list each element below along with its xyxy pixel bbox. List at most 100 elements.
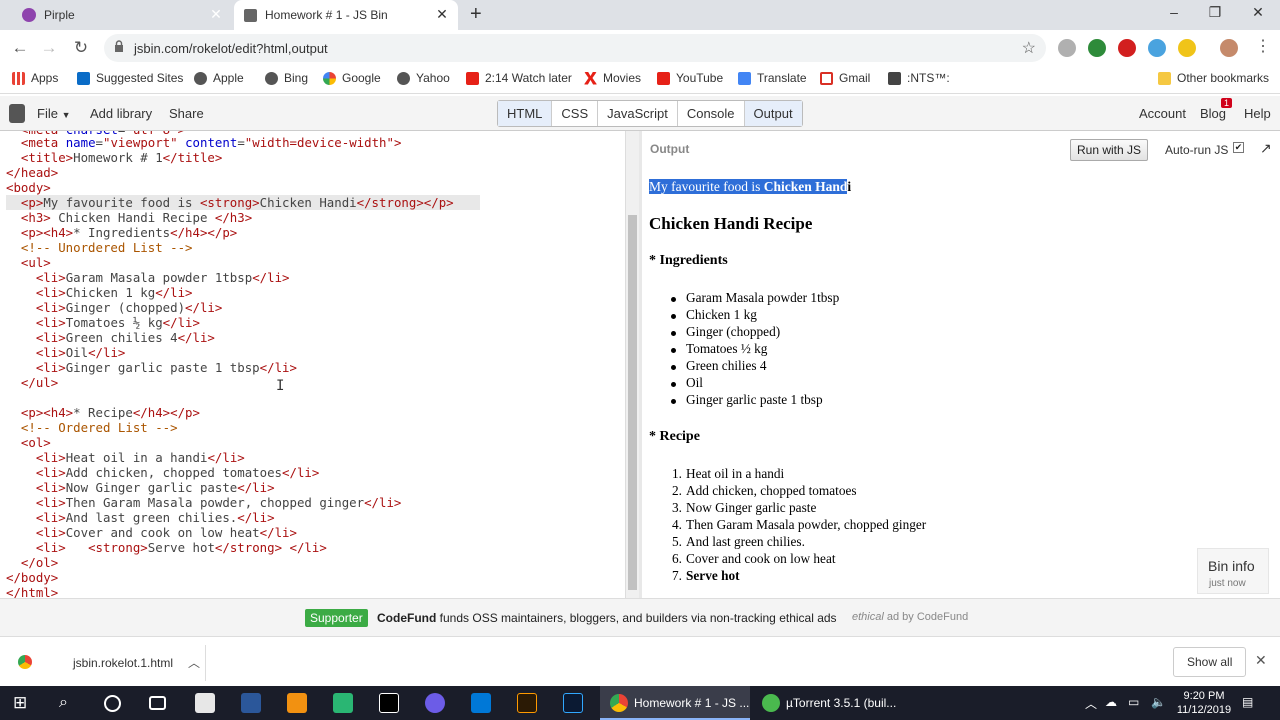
taskbar-clock[interactable]: 9:20 PM 11/12/2019 [1172,689,1236,717]
tray-chevron-up-icon[interactable]: ︿ [1085,695,1097,712]
list-number: 6. [672,551,682,566]
volume-icon[interactable]: 🔈 [1151,695,1166,709]
illustrator-icon[interactable] [517,693,537,713]
code-line: <!-- Ordered List --> [6,420,178,435]
account-menu[interactable]: Account [1139,106,1186,121]
share-menu[interactable]: Share [169,106,204,121]
tab-pirple[interactable]: Pirple ✕ [12,0,232,30]
html-editor[interactable]: <meta charset="utf-8"> <meta name="viewp… [0,131,625,598]
notifications-icon[interactable]: ▤ [1242,695,1253,709]
extension-icon[interactable] [1148,39,1166,57]
bookmark-google[interactable]: Google [323,71,381,85]
mail-icon[interactable] [195,693,215,713]
show-all-button[interactable]: Show all [1173,647,1247,677]
restore-icon[interactable]: ❐ [1203,4,1227,21]
chevron-up-icon[interactable]: ︿ [188,654,200,671]
code-line: <!-- Unordered List --> [6,240,193,255]
address-bar[interactable]: jsbin.com/rokelot/edit?html,output ☆ [104,34,1046,62]
panel-output[interactable]: Output [744,101,802,126]
extension-icon[interactable] [1178,39,1196,57]
autorun-checkbox[interactable]: ✔ [1233,142,1244,153]
file-menu[interactable]: File ▼ [37,106,71,121]
extension-icon[interactable] [1058,39,1076,57]
panel-javascript[interactable]: JavaScript [598,101,678,126]
codefund-banner[interactable]: Supporter CodeFund funds OSS maintainers… [0,598,1280,636]
bookmark-movies[interactable]: Movies [584,71,641,85]
new-tab-button[interactable]: + [470,3,482,26]
run-with-js-button[interactable]: Run with JS [1070,139,1149,161]
code-line: </ol> [20,555,59,570]
utorrent-icon [762,694,780,712]
taskbar-app-utorrent[interactable]: µTorrent 3.5.1 (buil... [752,686,902,720]
code-line: <p><h4>* Recipe</h4></p> [20,405,200,420]
bookmark-watch-later[interactable]: 2:14 Watch later [466,71,572,85]
editor-scrollbar-thumb[interactable] [628,215,637,590]
list-number: 7. [672,568,682,583]
bookmark-bing[interactable]: Bing [265,71,308,85]
panel-console[interactable]: Console [678,101,745,126]
menu-dots-icon[interactable]: ⋮ [1255,36,1271,56]
blog-link[interactable]: Blog [1200,106,1226,121]
tab-homework[interactable]: Homework # 1 - JS Bin ✕ [234,0,458,30]
task-view-icon[interactable] [149,696,166,710]
chrome-file-icon [18,655,32,669]
close-icon[interactable]: ✕ [208,6,224,23]
bookmark-other[interactable]: Other bookmarks [1158,71,1269,85]
bookmark-gmail[interactable]: Gmail [820,71,870,85]
tab-title: Homework # 1 - JS Bin [265,8,388,22]
jetbrains-icon[interactable] [379,693,399,713]
app-icon[interactable] [333,693,353,713]
panel-html[interactable]: HTML [498,101,553,126]
onedrive-icon[interactable]: ☁ [1105,695,1117,709]
bin-info-panel[interactable]: Bin info just now [1197,548,1269,594]
bookmark-apps[interactable]: Apps [12,71,58,85]
reload-icon[interactable]: ↻ [70,38,92,58]
gmail-icon [820,71,833,85]
taskbar-app-chrome[interactable]: Homework # 1 - JS ... [600,686,750,720]
globe-icon [194,71,207,85]
download-item[interactable]: jsbin.rokelot.1.html ︿ [10,645,206,681]
sublime-icon[interactable] [287,693,307,713]
profile-avatar[interactable] [1220,39,1238,57]
photoshop-icon[interactable] [563,693,583,713]
ingredients-heading: * Ingredients [649,253,728,268]
forward-icon[interactable]: → [38,38,60,58]
nts-icon [888,71,901,85]
extension-icon[interactable] [1118,39,1136,57]
word-icon[interactable] [241,693,261,713]
vscode-icon[interactable] [471,693,491,713]
network-icon[interactable]: ▭ [1128,695,1139,709]
list-item: Add chicken, chopped tomatoes [686,483,857,498]
help-menu[interactable]: Help [1244,106,1271,121]
close-icon[interactable]: ✕ [434,6,450,23]
globe-icon [397,71,410,85]
output-label: Output [650,142,690,156]
url-text: jsbin.com/rokelot/edit?html,output [134,41,328,56]
bookmark-apple[interactable]: Apple [194,71,244,85]
close-icon[interactable]: ✕ [1255,652,1267,669]
code-line: <li>Ginger garlic paste 1 tbsp</li> [35,360,297,375]
x-icon [584,71,597,85]
bookmark-youtube[interactable]: YouTube [657,71,723,85]
cortana-icon[interactable] [104,695,121,712]
bullet-icon [671,314,676,319]
bookmark-translate[interactable]: Translate [738,71,807,85]
add-library-menu[interactable]: Add library [90,106,152,121]
bookmark-suggested-sites[interactable]: Suggested Sites [77,71,183,85]
panel-css[interactable]: CSS [552,101,599,126]
popout-arrow-icon[interactable]: ↗ [1260,140,1272,157]
search-icon[interactable]: ⌕ [59,693,79,713]
windows-start-icon[interactable]: ⊞ [13,693,33,713]
minimize-icon[interactable]: – [1162,4,1186,20]
code-line: <li>Garam Masala powder 1tbsp</li> [35,270,290,285]
bookmark-nts[interactable]: :NTS™: [888,71,950,85]
back-icon[interactable]: ← [9,38,31,58]
bullet-icon [671,382,676,387]
jsbin-logo-icon[interactable] [9,104,25,123]
bookmark-yahoo[interactable]: Yahoo [397,71,450,85]
bookmark-star-icon[interactable]: ☆ [1022,38,1036,58]
extension-icon[interactable] [1088,39,1106,57]
close-window-icon[interactable]: ✕ [1246,4,1270,21]
app-icon[interactable] [425,693,445,713]
pirple-icon [22,8,36,22]
